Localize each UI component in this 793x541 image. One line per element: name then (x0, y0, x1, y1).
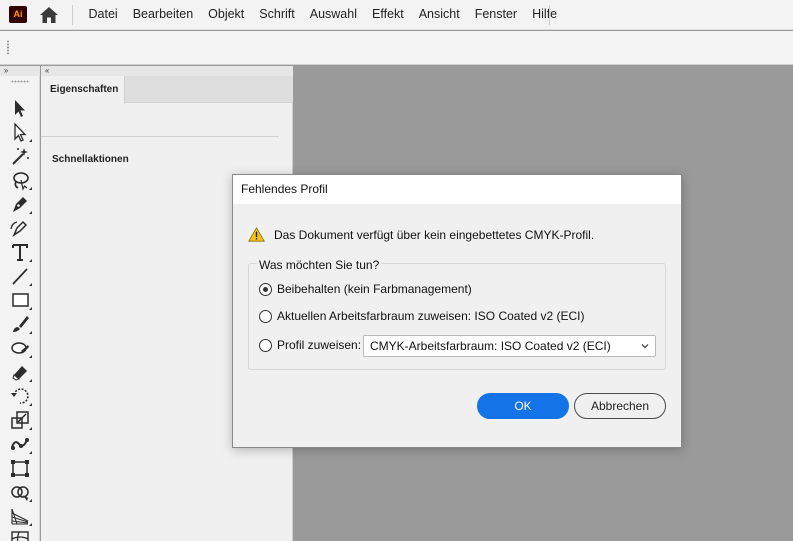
shape-builder-tool[interactable] (9, 481, 32, 503)
menu-objekt[interactable]: Objekt (201, 0, 252, 30)
mesh-icon (11, 531, 29, 541)
tool-flyout-indicator (29, 211, 32, 214)
control-bar (0, 31, 793, 65)
menu-separator (549, 5, 550, 25)
quick-actions-heading: Schnellaktionen (52, 154, 129, 165)
direct-selection-icon (14, 122, 27, 142)
ok-button[interactable]: OK (477, 393, 569, 419)
perspective-grid-icon (11, 508, 29, 525)
missing-profile-dialog: Fehlendes Profil Das Dokument verfügt üb… (232, 174, 682, 448)
radio-assign-working[interactable] (259, 309, 272, 323)
panel-divider (41, 136, 279, 137)
selection-arrow-icon (15, 100, 25, 117)
perspective-grid-tool[interactable] (9, 505, 32, 527)
magic-wand-icon (12, 148, 29, 165)
radio-keep[interactable] (259, 282, 272, 296)
tool-flyout-indicator (29, 307, 32, 310)
magic-wand-tool[interactable] (9, 145, 31, 167)
mesh-tool[interactable] (9, 529, 31, 541)
option-assign-working[interactable]: Aktuellen Arbeitsfarbraum zuweisen: ISO … (259, 309, 584, 323)
menu-ansicht[interactable]: Ansicht (411, 0, 467, 30)
curvature-tool[interactable] (9, 217, 31, 239)
tool-flyout-indicator (29, 283, 32, 286)
warning-message: Das Dokument verfügt über kein eingebett… (274, 228, 595, 242)
free-transform-icon (11, 460, 29, 477)
tool-flyout-indicator (29, 523, 32, 526)
menu-schrift[interactable]: Schrift (252, 0, 302, 30)
tool-flyout-indicator (29, 451, 32, 454)
type-tool[interactable] (9, 241, 32, 263)
tool-flyout-indicator (29, 403, 32, 406)
main-menu: Datei Bearbeiten Objekt Schrift Auswahl … (81, 0, 565, 30)
toolbar-collapse-button[interactable]: ›› (0, 66, 40, 76)
tools-panel: ›› (0, 66, 40, 541)
rotate-icon (11, 388, 29, 404)
eraser-icon (12, 366, 27, 381)
menu-bearbeiten[interactable]: Bearbeiten (125, 0, 200, 30)
shape-builder-icon (11, 486, 30, 501)
dialog-title: Fehlendes Profil (241, 182, 328, 196)
menu-bar: Ai Datei Bearbeiten Objekt Schrift Auswa… (0, 0, 793, 30)
option-keep-label: Beibehalten (kein Farbmanagement) (277, 282, 472, 296)
rectangle-icon (12, 293, 29, 307)
scale-icon (11, 411, 29, 429)
profile-select-value: CMYK-Arbeitsfarbraum: ISO Coated v2 (ECI… (370, 339, 611, 353)
shaper-icon (11, 342, 29, 354)
profile-select[interactable]: CMYK-Arbeitsfarbraum: ISO Coated v2 (ECI… (363, 335, 656, 357)
option-keep[interactable]: Beibehalten (kein Farbmanagement) (259, 282, 472, 296)
lasso-icon (13, 172, 29, 191)
panel-collapse-button[interactable]: ‹‹ (41, 66, 293, 76)
lasso-tool[interactable] (9, 169, 32, 191)
type-icon (12, 244, 28, 261)
chevron-down-icon (641, 344, 649, 349)
warning-icon (248, 227, 265, 242)
tool-flyout-indicator (29, 139, 32, 142)
menu-hilfe[interactable]: Hilfe (525, 0, 565, 30)
paintbrush-icon (13, 316, 29, 332)
menu-datei[interactable]: Datei (81, 0, 125, 30)
puppet-warp-tool[interactable] (9, 433, 32, 455)
home-icon[interactable] (38, 5, 60, 25)
menu-separator (72, 5, 73, 25)
option-assign-profile[interactable]: Profil zuweisen: (259, 338, 361, 352)
menu-fenster[interactable]: Fenster (467, 0, 524, 30)
tool-flyout-indicator (29, 355, 32, 358)
action-options-group: Was möchten Sie tun? Beibehalten (kein F… (248, 258, 666, 370)
option-assign-profile-label: Profil zuweisen: (277, 338, 362, 352)
tool-flyout-indicator (29, 379, 32, 382)
tool-flyout-indicator (29, 499, 32, 502)
dialog-titlebar[interactable]: Fehlendes Profil (233, 175, 681, 204)
option-assign-working-label: Aktuellen Arbeitsfarbraum zuweisen: ISO … (277, 309, 585, 323)
cancel-button[interactable]: Abbrechen (574, 393, 666, 419)
toolbar-grip[interactable] (11, 80, 29, 83)
illustrator-window: Ai Datei Bearbeiten Objekt Schrift Auswa… (0, 0, 793, 541)
shaper-tool[interactable] (9, 337, 32, 359)
direct-selection-tool[interactable] (9, 121, 32, 143)
radio-assign-profile[interactable] (259, 338, 272, 352)
panel-tab-bar: Eigenschaften (41, 76, 293, 104)
paintbrush-tool[interactable] (9, 313, 32, 335)
control-bar-grip[interactable] (7, 40, 9, 55)
eraser-tool[interactable] (9, 361, 32, 383)
pen-icon (13, 197, 27, 212)
selection-tool[interactable] (9, 97, 31, 119)
tool-flyout-indicator (29, 187, 32, 190)
menu-auswahl[interactable]: Auswahl (302, 0, 364, 30)
menu-effekt[interactable]: Effekt (364, 0, 411, 30)
curvature-pen-icon (10, 220, 28, 238)
tool-flyout-indicator (29, 331, 32, 334)
line-segment-icon (12, 268, 28, 285)
group-label: Was möchten Sie tun? (257, 258, 382, 272)
tab-eigenschaften[interactable]: Eigenschaften (41, 76, 125, 104)
puppet-warp-icon (11, 438, 29, 450)
illustrator-logo: Ai (9, 6, 27, 23)
free-transform-tool[interactable] (9, 457, 31, 479)
scale-tool[interactable] (9, 409, 32, 431)
pen-tool[interactable] (9, 193, 32, 215)
tool-flyout-indicator (29, 259, 32, 262)
line-tool[interactable] (9, 265, 32, 287)
rectangle-tool[interactable] (9, 289, 32, 311)
tool-flyout-indicator (29, 427, 32, 430)
rotate-tool[interactable] (9, 385, 32, 407)
